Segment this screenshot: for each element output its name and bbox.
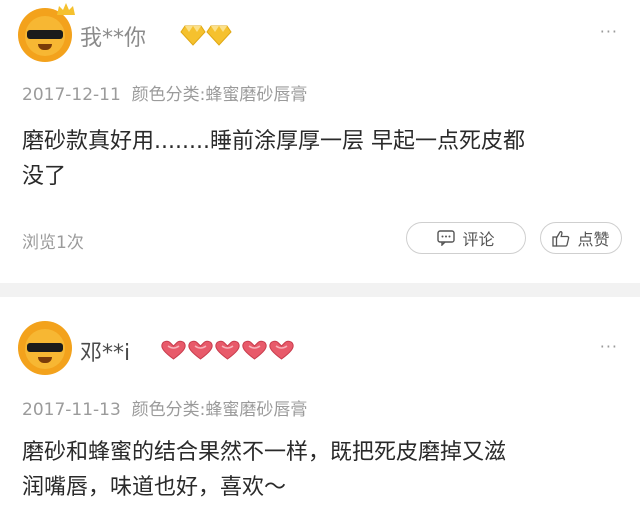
review-meta: 2017-12-11 颜色分类:蜂蜜磨砂唇膏 xyxy=(22,80,307,105)
diamond-icon xyxy=(180,25,206,46)
member-badges xyxy=(160,339,295,361)
heart-icon xyxy=(269,340,294,360)
thumbs-up-icon xyxy=(552,230,570,247)
heart-icon xyxy=(215,340,240,360)
review-card: 我**你 ··· 2017-12-11 颜色分类:蜂蜜磨砂唇膏 磨砂款真好用..… xyxy=(0,0,640,283)
heart-icon xyxy=(161,340,186,360)
review-content-line: 润嘴唇，味道也好，喜欢～ xyxy=(22,475,287,500)
review-variant: 颜色分类:蜂蜜磨砂唇膏 xyxy=(131,400,308,420)
review-date: 2017-12-11 xyxy=(22,85,121,105)
sunglasses-icon xyxy=(27,30,63,39)
sunglasses-icon xyxy=(27,343,63,352)
more-options-icon[interactable]: ··· xyxy=(600,22,618,41)
username[interactable]: 我**你 xyxy=(80,20,146,52)
like-button[interactable]: 点赞 xyxy=(540,222,622,254)
review-card: 邓**i ··· 2017-11-13 颜色分类:蜂蜜磨砂唇膏 磨砂和蜂蜜的结合… xyxy=(0,297,640,525)
view-count: 浏览1次 xyxy=(22,233,84,253)
heart-icon xyxy=(188,340,213,360)
member-badges xyxy=(180,24,232,46)
review-variant: 颜色分类:蜂蜜磨砂唇膏 xyxy=(131,85,308,105)
heart-icon xyxy=(242,340,267,360)
avatar[interactable] xyxy=(18,321,72,375)
section-divider xyxy=(0,283,640,297)
comment-icon xyxy=(437,230,456,246)
review-date: 2017-11-13 xyxy=(22,400,121,420)
crown-icon xyxy=(57,3,75,15)
review-content-line: 磨砂和蜂蜜的结合果然不一样，既把死皮磨掉又滋 xyxy=(22,440,507,465)
diamond-icon xyxy=(206,25,232,46)
review-content: 磨砂和蜂蜜的结合果然不一样，既把死皮磨掉又滋 润嘴唇，味道也好，喜欢～ xyxy=(22,435,622,505)
username[interactable]: 邓**i xyxy=(80,335,130,367)
review-content: 磨砂款真好用........睡前涂厚厚一层 早起一点死皮都 没了 xyxy=(22,124,622,194)
more-options-icon[interactable]: ··· xyxy=(600,337,618,356)
review-content-line: 没了 xyxy=(22,164,67,189)
comment-button[interactable]: 评论 xyxy=(406,222,526,254)
review-content-line: 磨砂款真好用........睡前涂厚厚一层 早起一点死皮都 xyxy=(22,129,525,154)
like-label: 点赞 xyxy=(577,230,610,249)
comment-label: 评论 xyxy=(462,230,495,249)
avatar[interactable] xyxy=(18,8,72,62)
review-meta: 2017-11-13 颜色分类:蜂蜜磨砂唇膏 xyxy=(22,395,307,420)
